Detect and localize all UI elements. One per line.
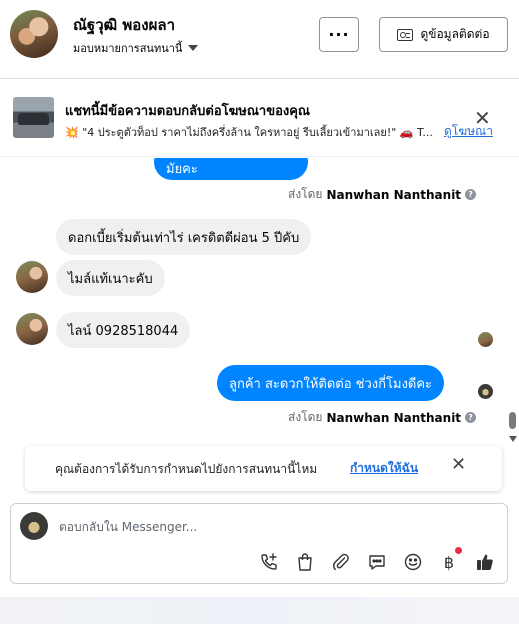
notification-dot bbox=[455, 547, 462, 554]
close-prompt-icon[interactable]: ✕ bbox=[451, 456, 466, 474]
message-text: ดอกเบี้ยเริ่มต้นเท่าไร่ เครดิตดีผ่อน 5 ป… bbox=[68, 230, 300, 246]
sent-by-line: ส่งโดย Nanwhan Nanthanit ? bbox=[288, 185, 477, 204]
assign-to-me-link[interactable]: กำหนดให้ฉัน bbox=[350, 459, 418, 478]
sent-by-prefix: ส่งโดย bbox=[288, 187, 323, 201]
shopping-bag-icon[interactable] bbox=[294, 551, 316, 573]
outgoing-message[interactable]: ลูกค้า สะดวกให้ติดต่อ ช่วงกี่โมงดีคะ bbox=[217, 365, 445, 401]
view-contact-info-button[interactable]: ดูข้อมูลติดต่อ bbox=[379, 17, 508, 52]
sent-by-line: ส่งโดย Nanwhan Nanthanit ? bbox=[288, 408, 477, 427]
info-icon[interactable]: ? bbox=[465, 189, 477, 200]
paperclip-icon[interactable] bbox=[330, 551, 352, 573]
message-list: มัยคะ ส่งโดย Nanwhan Nanthanit ? ดอกเบี้… bbox=[0, 158, 519, 448]
conversation-header: ณัฐวุฒิ พองผลา มอบหมายการสนทนานี้ ··· ดู… bbox=[0, 0, 519, 79]
message-text: มัยคะ bbox=[166, 161, 198, 177]
reply-composer: ตอบกลับใน Messenger... ฿ bbox=[10, 503, 508, 584]
ad-thumbnail[interactable] bbox=[13, 97, 54, 138]
assign-prompt: คุณต้องการได้รับการกำหนดไปยังการสนทนานี้… bbox=[25, 446, 502, 491]
sparkle-icon: 💥 bbox=[65, 126, 79, 139]
emoji-icon[interactable] bbox=[402, 551, 424, 573]
outgoing-message[interactable]: มัยคะ bbox=[154, 158, 308, 180]
baht-icon[interactable]: ฿ bbox=[438, 551, 460, 573]
sent-by-name: Nanwhan Nanthanit bbox=[326, 187, 462, 202]
like-icon[interactable] bbox=[474, 551, 496, 573]
incoming-message[interactable]: ไมล์แท้เนาะคับ bbox=[56, 260, 165, 296]
assign-conversation-label: มอบหมายการสนทนานี้ bbox=[73, 42, 183, 55]
assign-conversation-dropdown[interactable]: มอบหมายการสนทนานี้ bbox=[73, 39, 199, 57]
message-text: ไมล์แท้เนาะคับ bbox=[68, 271, 153, 287]
incoming-message[interactable]: ไลน์ 0928518044 bbox=[56, 312, 191, 348]
contact-avatar[interactable] bbox=[10, 10, 58, 58]
ad-banner-title: แชทนี้มีข้อความตอบกลับต่อโฆษณาของคุณ bbox=[65, 104, 310, 119]
more-options-button[interactable]: ··· bbox=[319, 17, 359, 52]
view-ad-link[interactable]: ดูโฆษณา bbox=[444, 122, 493, 141]
scrollbar-thumb[interactable] bbox=[509, 412, 516, 429]
page-avatar bbox=[20, 512, 48, 540]
ad-reply-banner: แชทนี้มีข้อความตอบกลับต่อโฆษณาของคุณ 💥 "… bbox=[0, 80, 519, 157]
saved-reply-icon[interactable] bbox=[366, 551, 388, 573]
ad-banner-subtitle-text: "4 ประตูตัวท็อป ราคาไม่ถึงครึ่งล้าน ใครห… bbox=[82, 126, 433, 139]
page-footer-strip bbox=[0, 597, 519, 624]
sender-avatar[interactable] bbox=[16, 313, 48, 345]
reply-input[interactable]: ตอบกลับใน Messenger... bbox=[59, 518, 197, 537]
info-icon[interactable]: ? bbox=[465, 412, 477, 423]
phone-add-icon[interactable] bbox=[258, 551, 280, 573]
sender-avatar[interactable] bbox=[16, 261, 48, 293]
caret-down-icon bbox=[188, 45, 199, 51]
sent-by-name: Nanwhan Nanthanit bbox=[326, 410, 462, 425]
seen-avatar-icon bbox=[478, 332, 493, 347]
seen-avatar-icon bbox=[478, 384, 493, 399]
ad-banner-subtitle: 💥 "4 ประตูตัวท็อป ราคาไม่ถึงครึ่งล้าน ใค… bbox=[65, 123, 437, 141]
messenger-conversation-panel: ณัฐวุฒิ พองผลา มอบหมายการสนทนานี้ ··· ดู… bbox=[0, 0, 519, 624]
view-contact-info-label: ดูข้อมูลติดต่อ bbox=[420, 27, 490, 41]
message-text: ลูกค้า สะดวกให้ติดต่อ ช่วงกี่โมงดีคะ bbox=[229, 376, 433, 392]
assign-prompt-text: คุณต้องการได้รับการกำหนดไปยังการสนทนานี้… bbox=[55, 462, 318, 476]
incoming-message[interactable]: ดอกเบี้ยเริ่มต้นเท่าไร่ เครดิตดีผ่อน 5 ป… bbox=[56, 219, 312, 255]
message-text: ไลน์ 0928518044 bbox=[68, 323, 179, 339]
message-scrollbar[interactable] bbox=[507, 158, 519, 448]
contact-name[interactable]: ณัฐวุฒิ พองผลา bbox=[73, 13, 175, 37]
contact-card-icon bbox=[397, 28, 414, 41]
sent-by-prefix: ส่งโดย bbox=[288, 410, 323, 424]
scroll-down-arrow-icon[interactable] bbox=[509, 436, 517, 442]
